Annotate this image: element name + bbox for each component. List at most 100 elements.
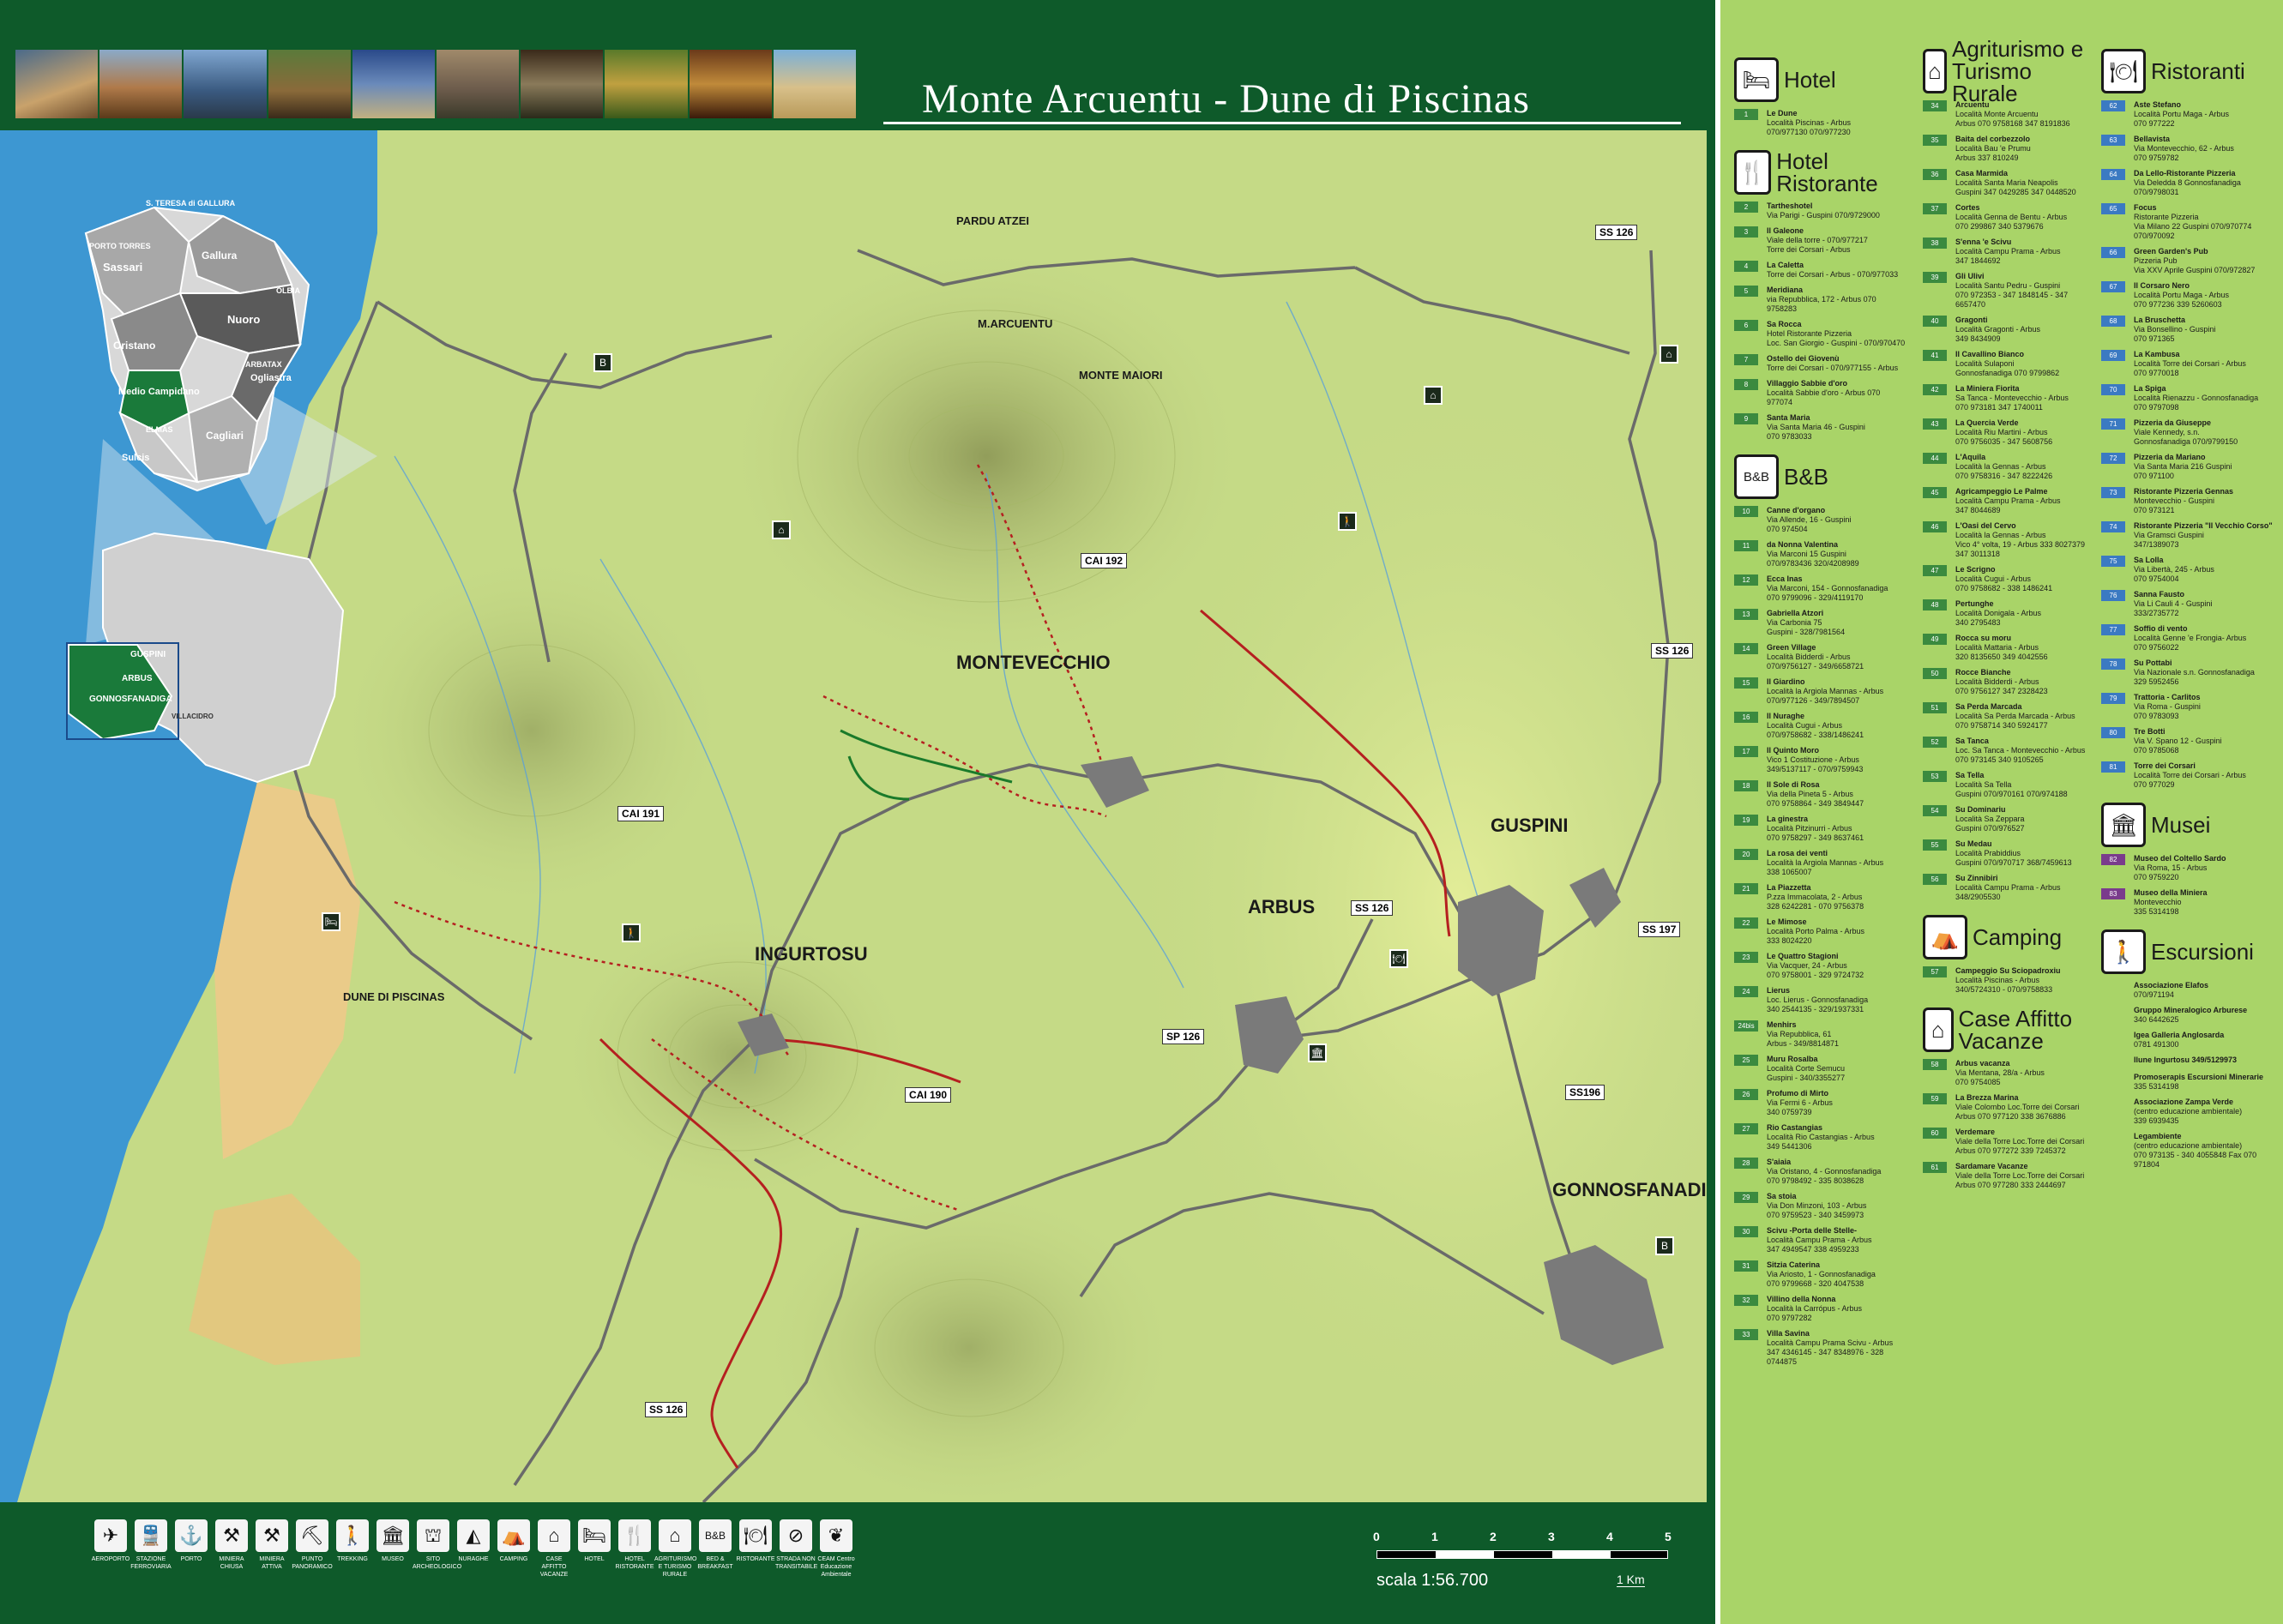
listing-entry[interactable]: 77 Soffio di vento Località Genne 'e Frong… [2101, 624, 2273, 653]
listing-entry[interactable]: 73 Ristorante Pizzeria Gennas Montevecchio… [2101, 487, 2273, 515]
listing-entry[interactable]: 58 Arbus vacanza Via Mentana, 28/a - Arbus… [1923, 1059, 2090, 1087]
listing-entry[interactable]: Associazione Elafos 070/971194 [2101, 981, 2273, 1000]
listing-entry[interactable]: Promoserapis Escursioni Minerarie 335 531… [2101, 1073, 2273, 1092]
listing-entry[interactable]: 67 Il Corsaro Nero Località Portu Maga - A… [2101, 281, 2273, 310]
listing-entry[interactable]: 29 Sa stoia Via Don Minzoni, 103 - Arbus 07… [1734, 1192, 1906, 1220]
listing-entry[interactable]: 59 La Brezza Marina Viale Colombo Loc.Torr… [1923, 1093, 2090, 1122]
listing-entry[interactable]: 10 Canne d'organo Via Allende, 16 - Guspin… [1734, 506, 1906, 534]
agriturismo-pin[interactable]: ⌂ [1424, 386, 1443, 405]
listing-entry[interactable]: 37 Cortes Località Genna de Bentu - Arbus 0… [1923, 203, 2090, 232]
listing-entry[interactable]: 6 Sa Rocca Hotel Ristorante Pizzeria Loc. S… [1734, 320, 1906, 348]
listing-entry[interactable]: 27 Rio Castangias Località Rio Castangias … [1734, 1123, 1906, 1152]
listing-entry[interactable]: 64 Da Lello-Ristorante Pizzeria Via Deledd… [2101, 169, 2273, 197]
trekking-pin[interactable]: 🚶 [622, 923, 641, 942]
listing-entry[interactable]: 60 Verdemare Viale della Torre Loc.Torre d… [1923, 1128, 2090, 1156]
listing-entry[interactable]: 74 Ristorante Pizzeria "Il Vecchio Corso"… [2101, 521, 2273, 550]
listing-entry[interactable]: 13 Gabriella Atzori Via Carbonia 75 Guspini… [1734, 609, 1906, 637]
listing-entry[interactable]: 55 Su Medau Località Prabiddius Guspini 070… [1923, 839, 2090, 868]
listing-entry[interactable]: Gruppo Mineralogico Arburese 340 6442625 [2101, 1006, 2273, 1025]
listing-entry[interactable]: 69 La Kambusa Località Torre dei Corsari -… [2101, 350, 2273, 378]
listing-entry[interactable]: 78 Su Pottabi Via Nazionale s.n. Gonnosfan… [2101, 659, 2273, 687]
listing-entry[interactable]: 35 Baita del corbezzolo Località Bau 'e Pr… [1923, 135, 2090, 163]
listing-entry[interactable]: 3 Il Galeone Viale della torre - 070/97721… [1734, 226, 1906, 255]
bb-pin[interactable]: B [1655, 1236, 1674, 1255]
listing-entry[interactable]: 4 La Caletta Torre dei Corsari - Arbus - 0… [1734, 261, 1906, 280]
listing-entry[interactable]: 48 Pertunghe Località Donigala - Arbus 340 … [1923, 599, 2090, 628]
listing-entry[interactable]: 1 Le Dune Località Piscinas - Arbus 070/977… [1734, 109, 1906, 137]
listing-entry[interactable]: 80 Tre Botti Via V. Spano 12 - Guspini 070 … [2101, 727, 2273, 755]
listing-entry[interactable]: 72 Pizzeria da Mariano Via Santa Maria 216… [2101, 453, 2273, 481]
listing-entry[interactable]: 76 Sanna Fausto Via Li Cauli 4 - Guspini 33… [2101, 590, 2273, 618]
listing-entry[interactable]: 26 Profumo di Mirto Via Fermi 6 - Arbus 340… [1734, 1089, 1906, 1117]
listing-entry[interactable]: 65 Focus Ristorante Pizzeria Via Milano 22 … [2101, 203, 2273, 241]
listing-entry[interactable]: 42 La Miniera Fiorita Sa Tanca - Montevecc… [1923, 384, 2090, 412]
listing-entry[interactable]: 61 Sardamare Vacanze Viale della Torre Loc… [1923, 1162, 2090, 1190]
listing-entry[interactable]: 83 Museo della Miniera Montevecchio 335 531… [2101, 888, 2273, 917]
listing-entry[interactable]: 45 Agricampeggio Le Palme Località Campu P… [1923, 487, 2090, 515]
listing-entry[interactable]: 57 Campeggio Su Sciopadroxiu Località Pisc… [1923, 966, 2090, 995]
listing-entry[interactable]: 30 Scivu -Porta delle Stelle- Località Cam… [1734, 1226, 1906, 1254]
listing-entry[interactable]: 24bis Menhirs Via Repubblica, 61 Arbus - 34… [1734, 1020, 1906, 1049]
listing-entry[interactable]: 53 Sa Tella Località Sa Tella Guspini 070/9… [1923, 771, 2090, 799]
listing-entry[interactable]: 34 Arcuentu Località Monte Arcuentu Arbus 0… [1923, 100, 2090, 129]
listing-entry[interactable]: 7 Ostello dei Giovenù Torre dei Corsari - … [1734, 354, 1906, 373]
listing-entry[interactable]: 52 Sa Tanca Loc. Sa Tanca - Montevecchio -… [1923, 737, 2090, 765]
listing-entry[interactable]: 51 Sa Perda Marcada Località Sa Perda Marc… [1923, 702, 2090, 731]
listing-entry[interactable]: 75 Sa Lolla Via Libertà, 245 - Arbus 070 97… [2101, 556, 2273, 584]
listing-entry[interactable]: Igea Galleria Anglosarda 0781 491300 [2101, 1031, 2273, 1050]
museum-pin[interactable]: 🏛 [1308, 1044, 1327, 1062]
listing-entry[interactable]: 17 Il Quinto Moro Vico 1 Costituzione - Ar… [1734, 746, 1906, 774]
restaurant-pin[interactable]: 🍽 [1389, 949, 1408, 968]
listing-entry[interactable]: 79 Trattoria - Carlitos Via Roma - Guspini… [2101, 693, 2273, 721]
listing-entry[interactable]: 22 Le Mimose Località Porto Palma - Arbus 3… [1734, 917, 1906, 946]
listing-entry[interactable]: 25 Muru Rosalba Località Corte Semucu Guspi… [1734, 1055, 1906, 1083]
listing-entry[interactable]: 70 La Spiga Località Rienazzu - Gonnosfana… [2101, 384, 2273, 412]
listing-entry[interactable]: 63 Bellavista Via Montevecchio, 62 - Arbus… [2101, 135, 2273, 163]
trekking-pin[interactable]: 🚶 [1338, 512, 1357, 531]
listing-entry[interactable]: 66 Green Garden's Pub Pizzeria Pub Via XXV … [2101, 247, 2273, 275]
listing-entry[interactable]: 9 Santa Maria Via Santa Maria 46 - Guspini… [1734, 413, 1906, 442]
listing-entry[interactable]: 41 Il Cavallino Bianco Località Sulaponi Go… [1923, 350, 2090, 378]
listing-entry[interactable]: 28 S'aiaia Via Oristano, 4 - Gonnosfanadig… [1734, 1158, 1906, 1186]
map-canvas[interactable]: Sassari Gallura Nuoro Oristano Ogliastra… [0, 130, 1707, 1502]
listing-entry[interactable]: 23 Le Quattro Stagioni Via Vacquer, 24 - A… [1734, 952, 1906, 980]
listing-entry[interactable]: 49 Rocca su moru Località Mattaria - Arbus… [1923, 634, 2090, 662]
listing-entry[interactable]: 44 L'Aquila Località la Gennas - Arbus 070 … [1923, 453, 2090, 481]
listing-entry[interactable]: 39 Gli Ulivi Località Santu Pedru - Guspin… [1923, 272, 2090, 310]
listing-entry[interactable]: Ilune Ingurtosu 349/5129973 [2101, 1056, 2273, 1067]
listing-entry[interactable]: 40 Gragonti Località Gragonti - Arbus 349 8… [1923, 316, 2090, 344]
listing-entry[interactable]: 46 L'Oasi del Cervo Località la Gennas - A… [1923, 521, 2090, 559]
listing-entry[interactable]: 12 Ecca Inas Via Marconi, 154 - Gonnosfana… [1734, 574, 1906, 603]
listing-entry[interactable]: 20 La rosa dei venti Località la Argiola M… [1734, 849, 1906, 877]
listing-entry[interactable]: 81 Torre dei Corsari Località Torre dei Co… [2101, 761, 2273, 790]
listing-entry[interactable]: 43 La Quercia Verde Località Riu Martini -… [1923, 418, 2090, 447]
listing-entry[interactable]: 2 Tartheshotel Via Parigi - Guspini 070/97… [1734, 201, 1906, 220]
listing-entry[interactable]: 21 La Piazzetta P.zza Immacolata, 2 - Arbu… [1734, 883, 1906, 911]
listing-entry[interactable]: 24 Lierus Loc. Lierus - Gonnosfanadiga 340 … [1734, 986, 1906, 1014]
listing-entry[interactable]: 82 Museo del Coltello Sardo Via Roma, 15 -… [2101, 854, 2273, 882]
listing-entry[interactable]: 18 Il Sole di Rosa Via della Pineta 5 - Ar… [1734, 780, 1906, 809]
listing-entry[interactable]: 54 Su Dominariu Località Sa Zeppara Guspini… [1923, 805, 2090, 833]
listing-entry[interactable]: 33 Villa Savina Località Campu Prama Scivu… [1734, 1329, 1906, 1367]
listing-entry[interactable]: 47 Le Scrigno Località Cugui - Arbus 070 97… [1923, 565, 2090, 593]
listing-entry[interactable]: 71 Pizzeria da Giuseppe Viale Kennedy, s.n… [2101, 418, 2273, 447]
listing-entry[interactable]: Legambiente (centro educazione ambientale… [2101, 1132, 2273, 1170]
listing-entry[interactable]: 5 Meridiana via Repubblica, 172 - Arbus 07… [1734, 286, 1906, 314]
listing-entry[interactable]: 19 La ginestra Località Pitzinurri - Arbus… [1734, 815, 1906, 843]
listing-entry[interactable]: Associazione Zampa Verde (centro educazio… [2101, 1098, 2273, 1126]
hotel-pin[interactable]: 🛏 [322, 912, 340, 931]
listing-entry[interactable]: 68 La Bruschetta Via Bonsellino - Guspini 0… [2101, 316, 2273, 344]
agriturismo-pin[interactable]: ⌂ [1660, 345, 1678, 364]
listing-entry[interactable]: 56 Su Zinnibiri Località Campu Prama - Arb… [1923, 874, 2090, 902]
agriturismo-pin[interactable]: ⌂ [772, 520, 791, 539]
listing-entry[interactable]: 62 Aste Stefano Località Portu Maga - Arbu… [2101, 100, 2273, 129]
listing-entry[interactable]: 16 Il Nuraghe Località Cugui - Arbus 070/97… [1734, 712, 1906, 740]
listing-entry[interactable]: 31 Sitzia Caterina Via Ariosto, 1 - Gonnos… [1734, 1260, 1906, 1289]
listing-entry[interactable]: 38 S'enna 'e Scivu Località Campu Prama - … [1923, 238, 2090, 266]
bb-pin[interactable]: B [593, 353, 612, 372]
listing-entry[interactable]: 36 Casa Marmida Località Santa Maria Neapo… [1923, 169, 2090, 197]
listing-entry[interactable]: 50 Rocce Bianche Località Bidderdi - Arbus… [1923, 668, 2090, 696]
listing-entry[interactable]: 11 da Nonna Valentina Via Marconi 15 Guspi… [1734, 540, 1906, 568]
listing-entry[interactable]: 15 Il Giardino Località la Argiola Mannas … [1734, 677, 1906, 706]
listing-entry[interactable]: 14 Green Village Località Bidderdi - Arbus… [1734, 643, 1906, 671]
